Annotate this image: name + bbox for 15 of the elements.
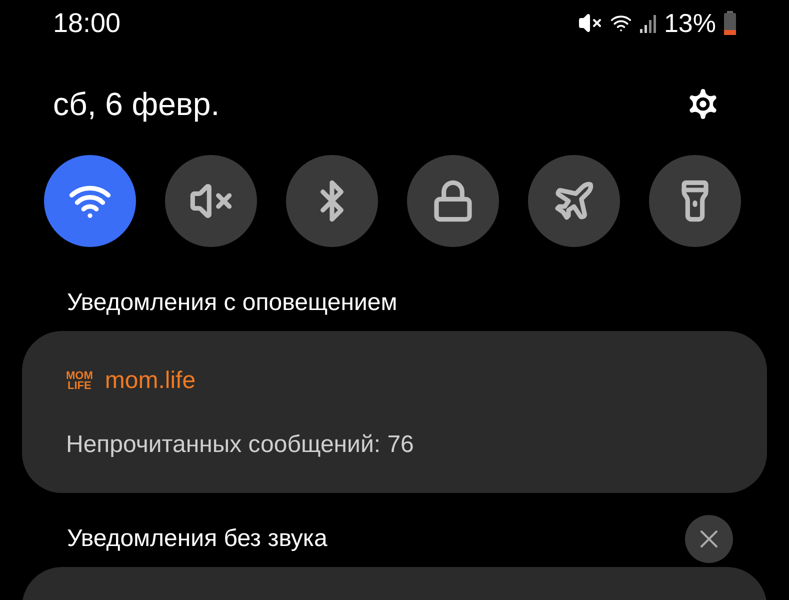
- date-label: сб, 6 февр.: [53, 85, 220, 124]
- signal-icon: [640, 13, 656, 33]
- app-name: mom.life: [104, 366, 196, 396]
- mute-status-icon: [578, 11, 602, 35]
- battery-icon: [724, 11, 736, 35]
- section-heading: Уведомления с оповещением: [67, 288, 398, 318]
- notification-text: Непрочитанных сообщений: 76: [66, 430, 415, 460]
- close-button[interactable]: [685, 515, 733, 563]
- battery-percentage: 13%: [664, 6, 716, 40]
- app-logo: MOM LIFE: [66, 371, 93, 391]
- notification-card[interactable]: MOM LIFE mom.life Непрочитанных сообщений: 76: [22, 331, 767, 493]
- section-heading: Уведомления без звука: [67, 524, 328, 554]
- padlock-icon: [431, 179, 475, 223]
- airplane-icon: [552, 179, 596, 223]
- status-time: 18:00: [53, 6, 121, 40]
